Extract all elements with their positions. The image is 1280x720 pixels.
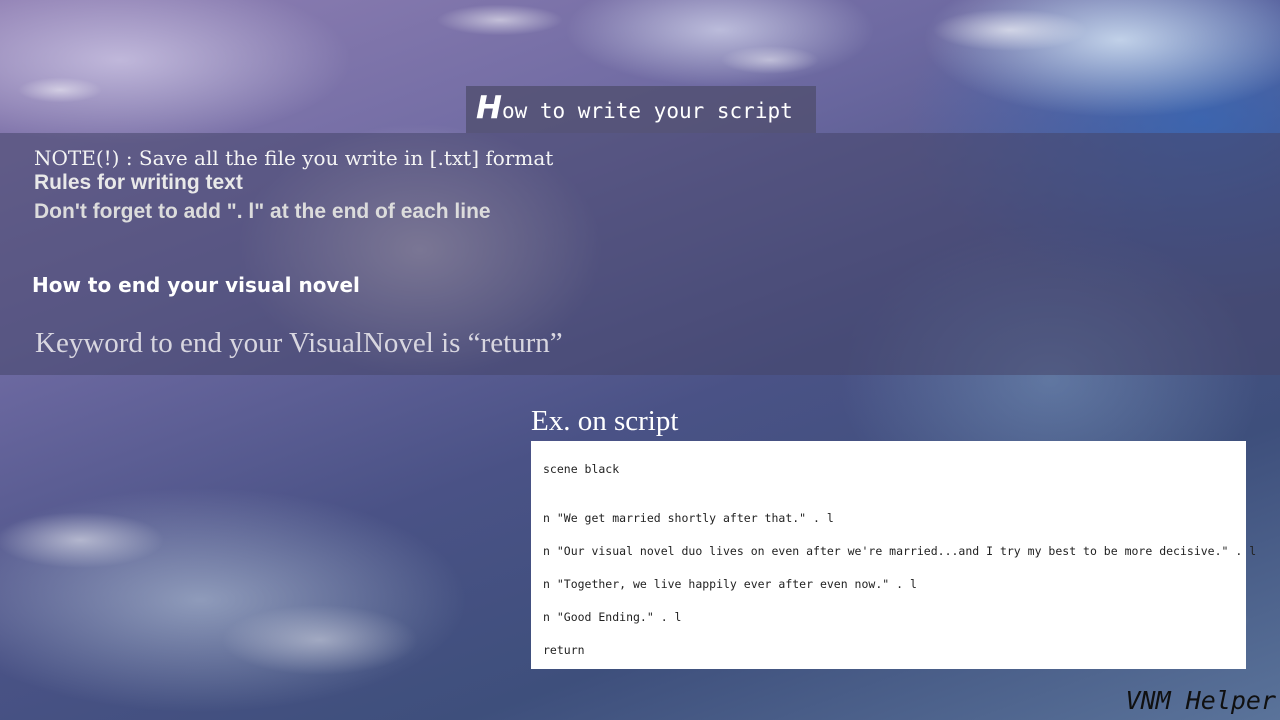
save-format-note: NOTE(!) : Save all the file you write in… bbox=[34, 146, 554, 170]
script-example-box: scene black n "We get married shortly af… bbox=[531, 441, 1256, 669]
line-ending-rule: Don't forget to add ". l" at the end of … bbox=[34, 200, 491, 223]
code-line: n "Our visual novel duo lives on even af… bbox=[543, 544, 1257, 558]
return-keyword-text: Keyword to end your VisualNovel is “retu… bbox=[35, 327, 563, 359]
code-line: n "Good Ending." . l bbox=[543, 610, 682, 624]
end-novel-heading: How to end your visual novel bbox=[32, 273, 360, 297]
code-line: scene black bbox=[543, 462, 620, 476]
code-line: return bbox=[543, 643, 585, 657]
code-line: n "We get married shortly after that." .… bbox=[543, 511, 834, 525]
page-title: How to write your script bbox=[466, 86, 816, 133]
title-initial: H bbox=[476, 90, 502, 126]
code-line: n "Together, we live happily ever after … bbox=[543, 577, 917, 591]
example-label: Ex. on script bbox=[531, 405, 679, 437]
vnm-helper-watermark: VNM Helper bbox=[1125, 686, 1276, 715]
rules-heading: Rules for writing text bbox=[34, 171, 243, 194]
title-rest: ow to write your script bbox=[501, 99, 793, 123]
